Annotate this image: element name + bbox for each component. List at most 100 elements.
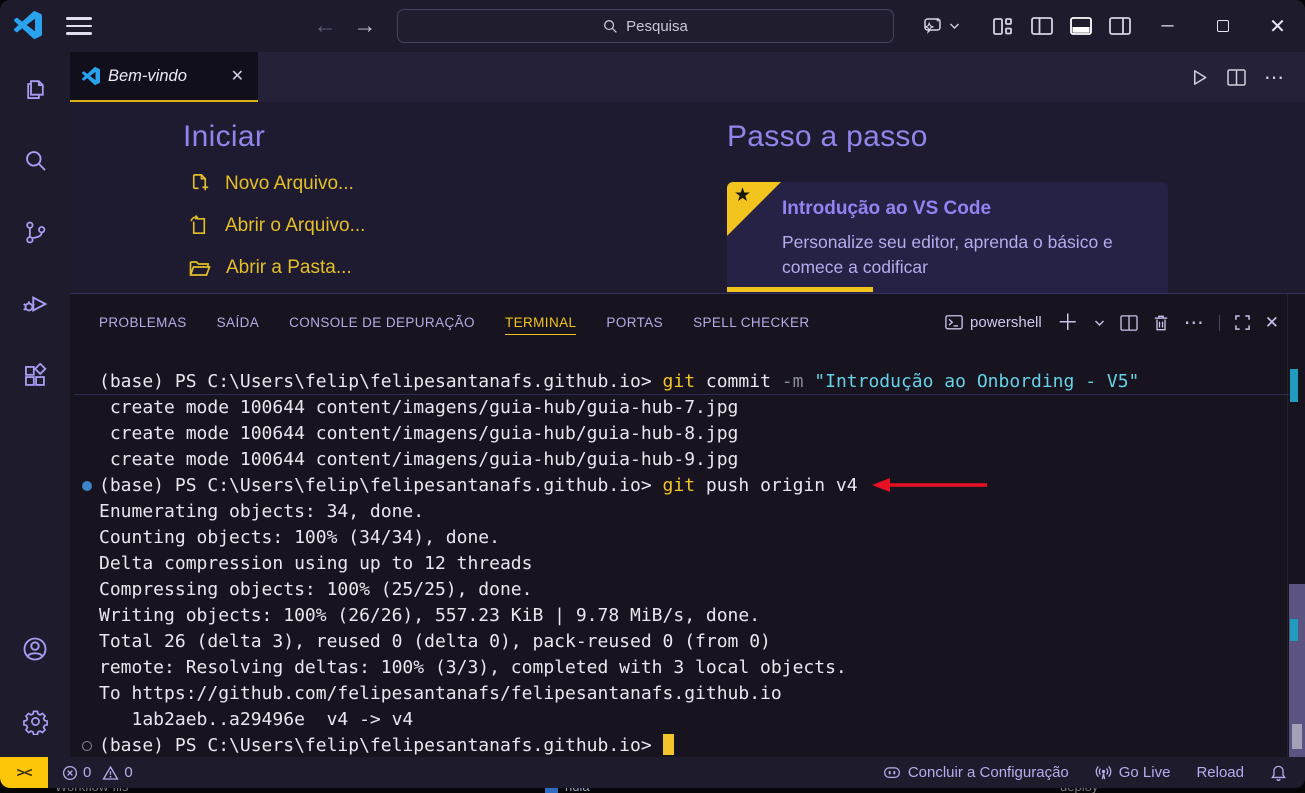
toggle-panel-icon[interactable] xyxy=(1068,13,1094,39)
new-file-icon xyxy=(188,172,211,195)
search-sidebar-icon[interactable] xyxy=(0,124,70,196)
problems-status[interactable]: 0 0 xyxy=(62,764,133,781)
panel-tab-portas[interactable]: PORTAS xyxy=(606,311,663,335)
forward-arrow-icon[interactable]: → xyxy=(350,10,380,40)
panel-tab-problemas[interactable]: PROBLEMAS xyxy=(99,311,187,335)
minimize-button[interactable]: ─ xyxy=(1140,0,1195,52)
split-editor-icon[interactable] xyxy=(1227,69,1246,86)
scrollbar-decoration xyxy=(1290,619,1298,641)
account-icon[interactable] xyxy=(0,613,70,685)
finish-setup-button[interactable]: Concluir a Configuração xyxy=(883,764,1069,781)
finish-setup-label: Concluir a Configuração xyxy=(908,764,1069,781)
activity-bar xyxy=(0,52,70,757)
terminal-line: To https://github.com/felipesantanafs/fe… xyxy=(99,681,1285,707)
copilot-icon xyxy=(921,14,945,38)
shell-label: powershell xyxy=(970,314,1042,331)
terminal-line: Writing objects: 100% (26/26), 557.23 Ki… xyxy=(99,603,1285,629)
run-button[interactable] xyxy=(1190,68,1209,87)
terminal-line: create mode 100644 content/imagens/guia-… xyxy=(99,421,1285,447)
menu-icon[interactable] xyxy=(66,15,92,37)
toggle-primary-sidebar-icon[interactable] xyxy=(1029,13,1055,39)
walkthrough-description: Personalize seu editor, aprenda o básico… xyxy=(782,230,1142,280)
start-item-label: Abrir o Arquivo... xyxy=(225,215,365,237)
start-item-label: Novo Arquivo... xyxy=(225,173,354,195)
panel-tab-sa-da[interactable]: SAÍDA xyxy=(217,311,260,335)
status-bar: >< 0 0 Concluir a Configuração Go Live R… xyxy=(0,757,1305,788)
maximize-panel-icon[interactable] xyxy=(1235,315,1250,330)
walkthrough-card[interactable]: ★ Introdução ao VS Code Personalize seu … xyxy=(727,182,1168,293)
panel-tab-spell-checker[interactable]: SPELL CHECKER xyxy=(693,311,810,335)
command-decoration-icon[interactable] xyxy=(82,741,92,751)
vscode-window: ← → Pesquisa xyxy=(0,0,1305,788)
search-icon xyxy=(603,19,618,34)
terminal-icon xyxy=(945,314,963,331)
panel: PROBLEMAS SAÍDA CONSOLE DE DEPURAÇÃO TERMIN… xyxy=(70,293,1305,757)
new-file-link[interactable]: Novo Arquivo... xyxy=(188,172,365,195)
walkthrough-progress-bar xyxy=(727,287,873,292)
chevron-down-icon xyxy=(949,22,960,30)
terminal-scrollbar[interactable] xyxy=(1287,294,1305,757)
settings-gear-icon[interactable] xyxy=(0,685,70,757)
scrollbar-decoration xyxy=(1290,369,1298,402)
reload-button[interactable]: Reload xyxy=(1196,764,1244,781)
vscode-logo-icon[interactable] xyxy=(14,11,42,39)
tab-close-icon[interactable]: ✕ xyxy=(229,66,246,86)
remote-icon: >< xyxy=(17,765,32,781)
panel-more-actions-icon[interactable]: ⋯ xyxy=(1184,313,1204,333)
explorer-icon[interactable] xyxy=(0,52,70,124)
steps-heading: Passo a passo xyxy=(727,120,928,154)
warning-icon xyxy=(102,765,119,781)
search-placeholder: Pesquisa xyxy=(626,18,688,35)
search-input[interactable]: Pesquisa xyxy=(397,9,894,43)
open-folder-link[interactable]: Abrir a Pasta... xyxy=(188,256,365,280)
error-count: 0 xyxy=(83,764,91,781)
run-debug-icon[interactable] xyxy=(0,268,70,340)
more-actions-icon[interactable]: ⋯ xyxy=(1264,65,1285,90)
open-folder-icon xyxy=(188,256,212,280)
maximize-button[interactable] xyxy=(1195,0,1250,52)
open-file-link[interactable]: Abrir o Arquivo... xyxy=(188,214,365,237)
panel-tab-terminal[interactable]: TERMINAL xyxy=(505,311,576,335)
welcome-page: Iniciar Novo Arquivo... Abrir o Arquivo.… xyxy=(70,102,1305,293)
warning-count: 0 xyxy=(124,764,132,781)
terminal-line: create mode 100644 content/imagens/guia-… xyxy=(99,395,1285,421)
copilot-menu-button[interactable] xyxy=(921,0,960,52)
divider xyxy=(1219,315,1220,331)
broadcast-icon xyxy=(1095,764,1112,781)
close-panel-icon[interactable]: ✕ xyxy=(1265,313,1279,333)
remote-indicator[interactable]: >< xyxy=(0,757,48,788)
extensions-icon[interactable] xyxy=(0,340,70,412)
terminal-line: Compressing objects: 100% (25/25), done. xyxy=(99,577,1285,603)
terminal-dropdown-icon[interactable] xyxy=(1094,319,1105,327)
new-terminal-icon[interactable]: ＋ xyxy=(1057,312,1079,334)
terminal-line: Total 26 (delta 3), reused 0 (delta 0), … xyxy=(99,629,1285,655)
copilot-status-icon xyxy=(883,765,901,781)
close-button[interactable]: ✕ xyxy=(1250,0,1305,52)
go-live-button[interactable]: Go Live xyxy=(1095,764,1171,781)
toggle-secondary-sidebar-icon[interactable] xyxy=(1107,13,1133,39)
panel-tab-console-de-depura-o[interactable]: CONSOLE DE DEPURAÇÃO xyxy=(289,311,475,335)
command-decoration-icon[interactable] xyxy=(82,481,92,491)
star-icon: ★ xyxy=(734,184,751,207)
customize-layout-icon[interactable] xyxy=(990,13,1016,39)
scrollbar-decoration xyxy=(1292,724,1302,749)
terminal-line: Counting objects: 100% (34/34), done. xyxy=(99,525,1285,551)
split-terminal-icon[interactable] xyxy=(1120,315,1138,331)
terminal-line: (base) PS C:\Users\felip\felipesantanafs… xyxy=(99,733,1285,759)
terminal-line: Enumerating objects: 34, done. xyxy=(99,499,1285,525)
terminal-line: (base) PS C:\Users\felip\felipesantanafs… xyxy=(99,473,1285,499)
terminal-line: Delta compression using up to 12 threads xyxy=(99,551,1285,577)
terminal-output[interactable]: (base) PS C:\Users\felip\felipesantanafs… xyxy=(70,351,1305,757)
source-control-icon[interactable] xyxy=(0,196,70,268)
kill-terminal-icon[interactable] xyxy=(1153,314,1169,332)
terminal-cursor xyxy=(663,734,674,755)
open-file-icon xyxy=(188,214,211,237)
tab-label: Bem-vindo xyxy=(108,67,221,86)
tab-bem-vindo[interactable]: Bem-vindo ✕ xyxy=(70,52,258,102)
editor-tab-bar: Bem-vindo ✕ ⋯ xyxy=(70,52,1305,102)
start-heading: Iniciar xyxy=(183,120,265,154)
terminal-instance-powershell[interactable]: powershell xyxy=(945,314,1042,331)
terminal-line: (base) PS C:\Users\felip\felipesantanafs… xyxy=(99,369,1285,395)
notifications-bell-icon[interactable] xyxy=(1270,764,1287,782)
back-arrow-icon[interactable]: ← xyxy=(310,10,340,40)
